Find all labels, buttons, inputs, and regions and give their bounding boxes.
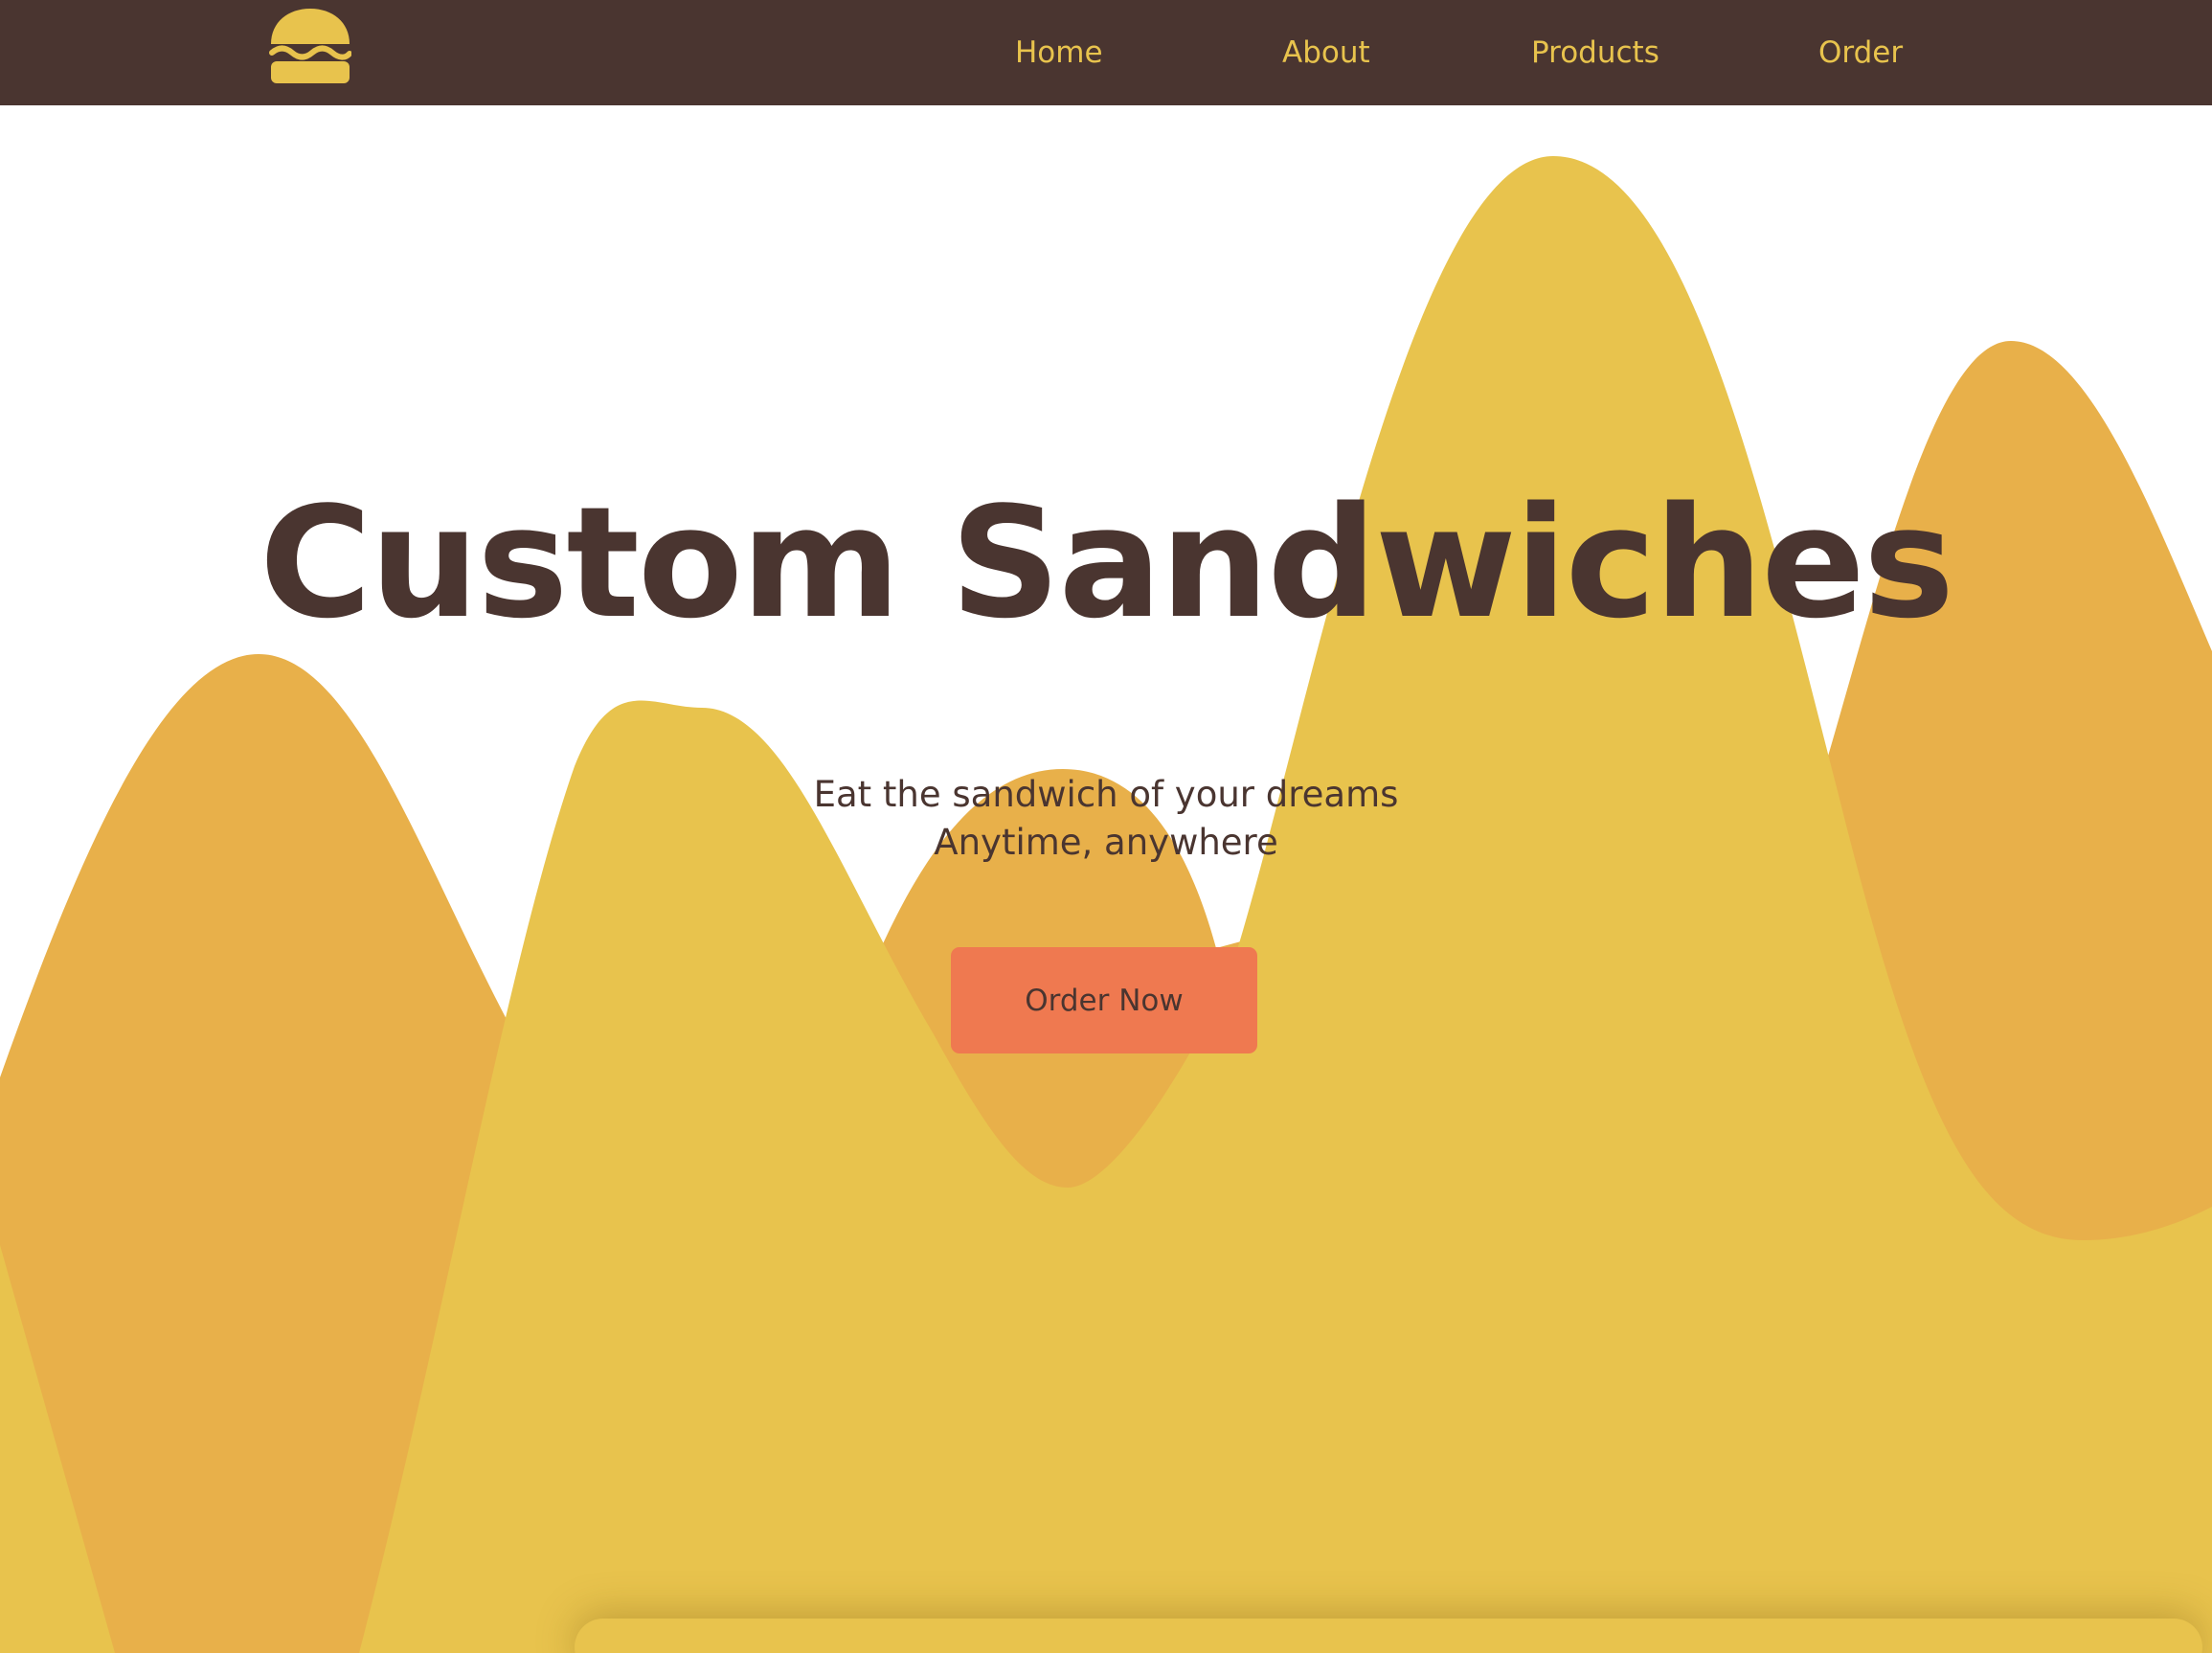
bottom-card-shadow	[575, 1619, 2202, 1653]
nav-link-order[interactable]: Order	[1818, 0, 1903, 105]
logo-link[interactable]	[269, 8, 352, 86]
top-navbar: Home About Products Order	[0, 0, 2212, 105]
order-now-button[interactable]: Order Now	[951, 947, 1257, 1053]
nav-link-home[interactable]: Home	[1015, 0, 1103, 105]
nav-link-about[interactable]: About	[1282, 0, 1370, 105]
hero-tagline-line1: Eat the sandwich of your dreams	[813, 774, 1399, 815]
hero-title: Custom Sandwiches	[259, 473, 1954, 652]
nav-link-products[interactable]: Products	[1531, 0, 1659, 105]
page: Home About Products Order Custom Sandwic…	[0, 0, 2212, 1653]
burger-icon	[269, 9, 352, 83]
hero-tagline-line2: Anytime, anywhere	[934, 822, 1278, 863]
